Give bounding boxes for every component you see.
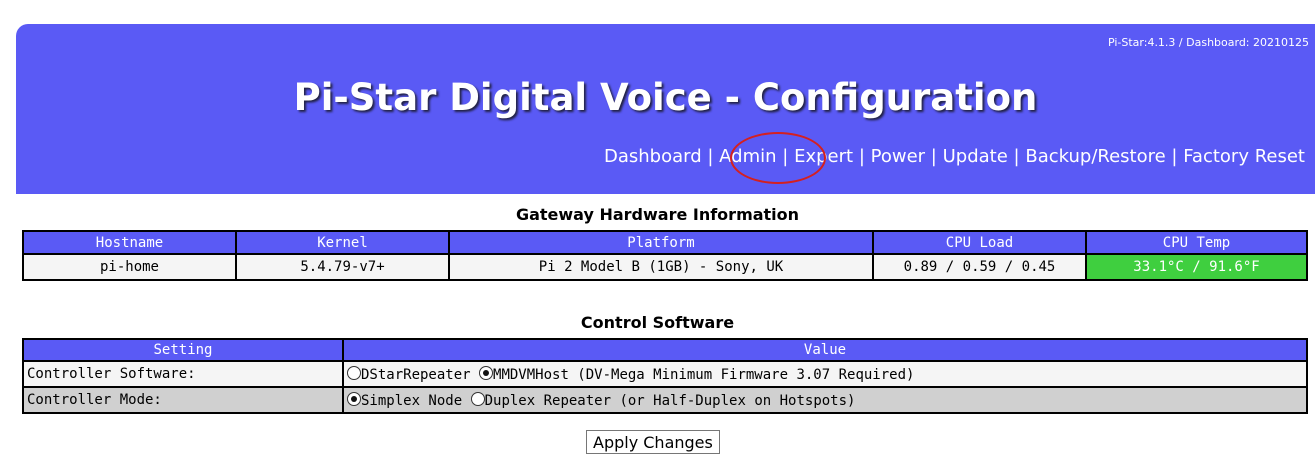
expert-highlight-circle	[730, 132, 826, 184]
controller-mode-options: Simplex Node Duplex Repeater (or Half-Du…	[342, 386, 1308, 414]
hardware-table: Hostname Kernel Platform CPU Load CPU Te…	[22, 230, 1308, 281]
apply-changes-button[interactable]: Apply Changes	[586, 430, 720, 454]
column-header-hostname: Hostname	[22, 230, 237, 255]
nav-separator: |	[858, 146, 865, 167]
table-row: Controller Mode: Simplex Node Duplex Rep…	[22, 386, 1308, 414]
hardware-section-title: Gateway Hardware Information	[515, 205, 800, 224]
table-row: pi-home 5.4.79-v7+ Pi 2 Model B (1GB) - …	[22, 253, 1308, 281]
controller-software-label: Controller Software:	[22, 360, 344, 388]
controller-software-options: DStarRepeater MMDVMHost (DV-Mega Minimum…	[342, 360, 1308, 388]
top-nav: Dashboard | Admin | Expert | Power | Upd…	[604, 146, 1305, 167]
column-header-cpu-load: CPU Load	[872, 230, 1087, 255]
column-header-setting: Setting	[22, 338, 344, 362]
nav-separator: |	[1013, 146, 1020, 167]
cpu-load-value: 0.89 / 0.59 / 0.45	[872, 253, 1087, 281]
kernel-value: 5.4.79-v7+	[235, 253, 450, 281]
control-section-title: Control Software	[580, 313, 735, 332]
nav-separator: |	[930, 146, 937, 167]
nav-dashboard[interactable]: Dashboard	[604, 146, 702, 167]
control-software-table: Setting Value Controller Software: DStar…	[22, 338, 1308, 414]
radio-duplex-repeater[interactable]	[470, 391, 485, 406]
option-label: DStarRepeater	[361, 366, 471, 383]
option-label: Simplex Node	[361, 392, 463, 409]
table-row: Controller Software: DStarRepeater MMDVM…	[22, 360, 1308, 388]
column-header-value: Value	[342, 338, 1308, 362]
column-header-cpu-temp: CPU Temp	[1085, 230, 1308, 255]
nav-power[interactable]: Power	[871, 146, 925, 167]
nav-separator: |	[1171, 146, 1178, 167]
option-label: MMDVMHost (DV-Mega Minimum Firmware 3.07…	[493, 366, 915, 383]
controller-mode-label: Controller Mode:	[22, 386, 344, 414]
nav-factory-reset[interactable]: Factory Reset	[1183, 146, 1305, 167]
nav-backup-restore[interactable]: Backup/Restore	[1025, 146, 1165, 167]
page-title: Pi-Star Digital Voice - Configuration	[293, 76, 1038, 119]
table-header-row: Hostname Kernel Platform CPU Load CPU Te…	[22, 230, 1308, 255]
column-header-platform: Platform	[448, 230, 874, 255]
nav-update[interactable]: Update	[943, 146, 1008, 167]
nav-separator: |	[707, 146, 714, 167]
platform-value: Pi 2 Model B (1GB) - Sony, UK	[448, 253, 874, 281]
cpu-temp-value: 33.1°C / 91.6°F	[1085, 253, 1308, 281]
radio-mmdvmhost[interactable]	[479, 365, 494, 380]
option-label: Duplex Repeater (or Half-Duplex on Hotsp…	[484, 392, 856, 409]
table-header-row: Setting Value	[22, 338, 1308, 362]
radio-simplex-node[interactable]	[347, 391, 361, 406]
radio-dstarrepeater[interactable]	[347, 365, 361, 380]
hostname-value: pi-home	[22, 253, 237, 281]
column-header-kernel: Kernel	[235, 230, 450, 255]
version-info: Pi-Star:4.1.3 / Dashboard: 20210125	[1107, 36, 1309, 49]
header-banner: Pi-Star:4.1.3 / Dashboard: 20210125 Pi-S…	[16, 24, 1315, 194]
